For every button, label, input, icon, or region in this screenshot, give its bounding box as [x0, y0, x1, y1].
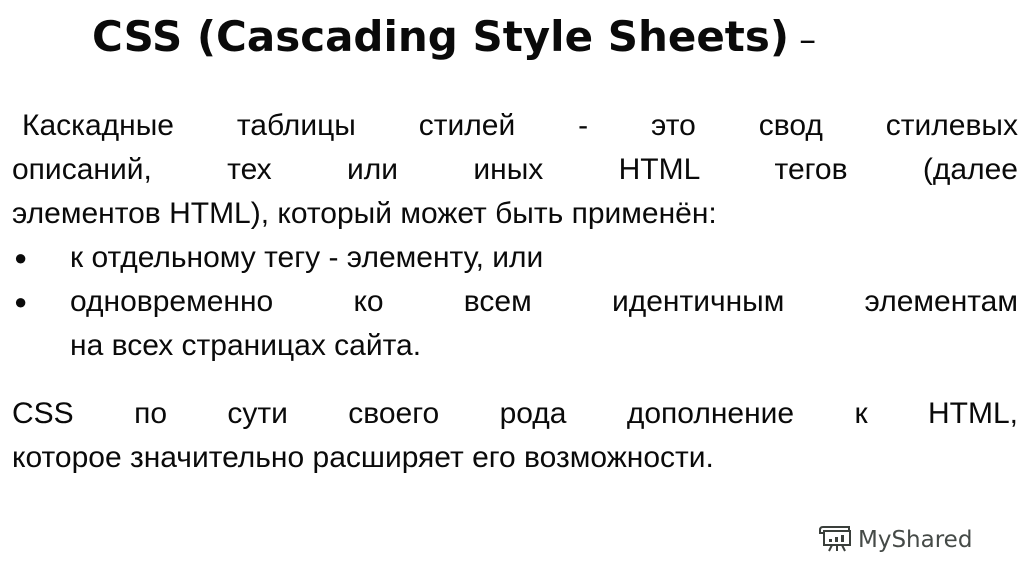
watermark-text: MyShared — [858, 527, 973, 553]
bullet-line: на всех страницах сайта. — [70, 329, 422, 362]
paragraph-line: элементов HTML), который может быть прим… — [12, 197, 717, 230]
bullet-dot-icon: ● — [14, 289, 28, 314]
bullet-line: к отдельному тегу - элементу, или — [70, 241, 544, 274]
title-dash: – — [799, 20, 817, 60]
slide-title: CSS (Cascading Style Sheets) – — [92, 8, 816, 69]
summary-paragraph: CSS по сути своего рода дополнение к HTM… — [12, 392, 1018, 480]
title-text: CSS (Cascading Style Sheets) — [92, 12, 790, 61]
bullet-item: ● одновременно ко всем идентичным элемен… — [12, 280, 1018, 368]
bullet-item: ● к отдельному тегу - элементу, или — [12, 236, 1018, 280]
bullet-line: одновременно ко всем идентичным элемента… — [70, 285, 1018, 318]
bullet-dot-icon: ● — [14, 245, 28, 270]
paragraph-line: описаний, тех или иных HTML тегов (далее — [12, 153, 1018, 186]
definition-paragraph: Каскадные таблицы стилей - это свод стил… — [12, 104, 1018, 236]
myshared-watermark: MyShared — [818, 523, 972, 557]
paragraph-line: CSS по сути своего рода дополнение к HTM… — [12, 397, 1018, 430]
paragraph-line: которое значительно расширяет его возмож… — [12, 441, 714, 474]
paragraph-line: Каскадные таблицы стилей - это свод стил… — [22, 109, 1018, 142]
presentation-board-icon — [818, 523, 854, 557]
bullet-list: ● к отдельному тегу - элементу, или ● од… — [12, 236, 1018, 368]
